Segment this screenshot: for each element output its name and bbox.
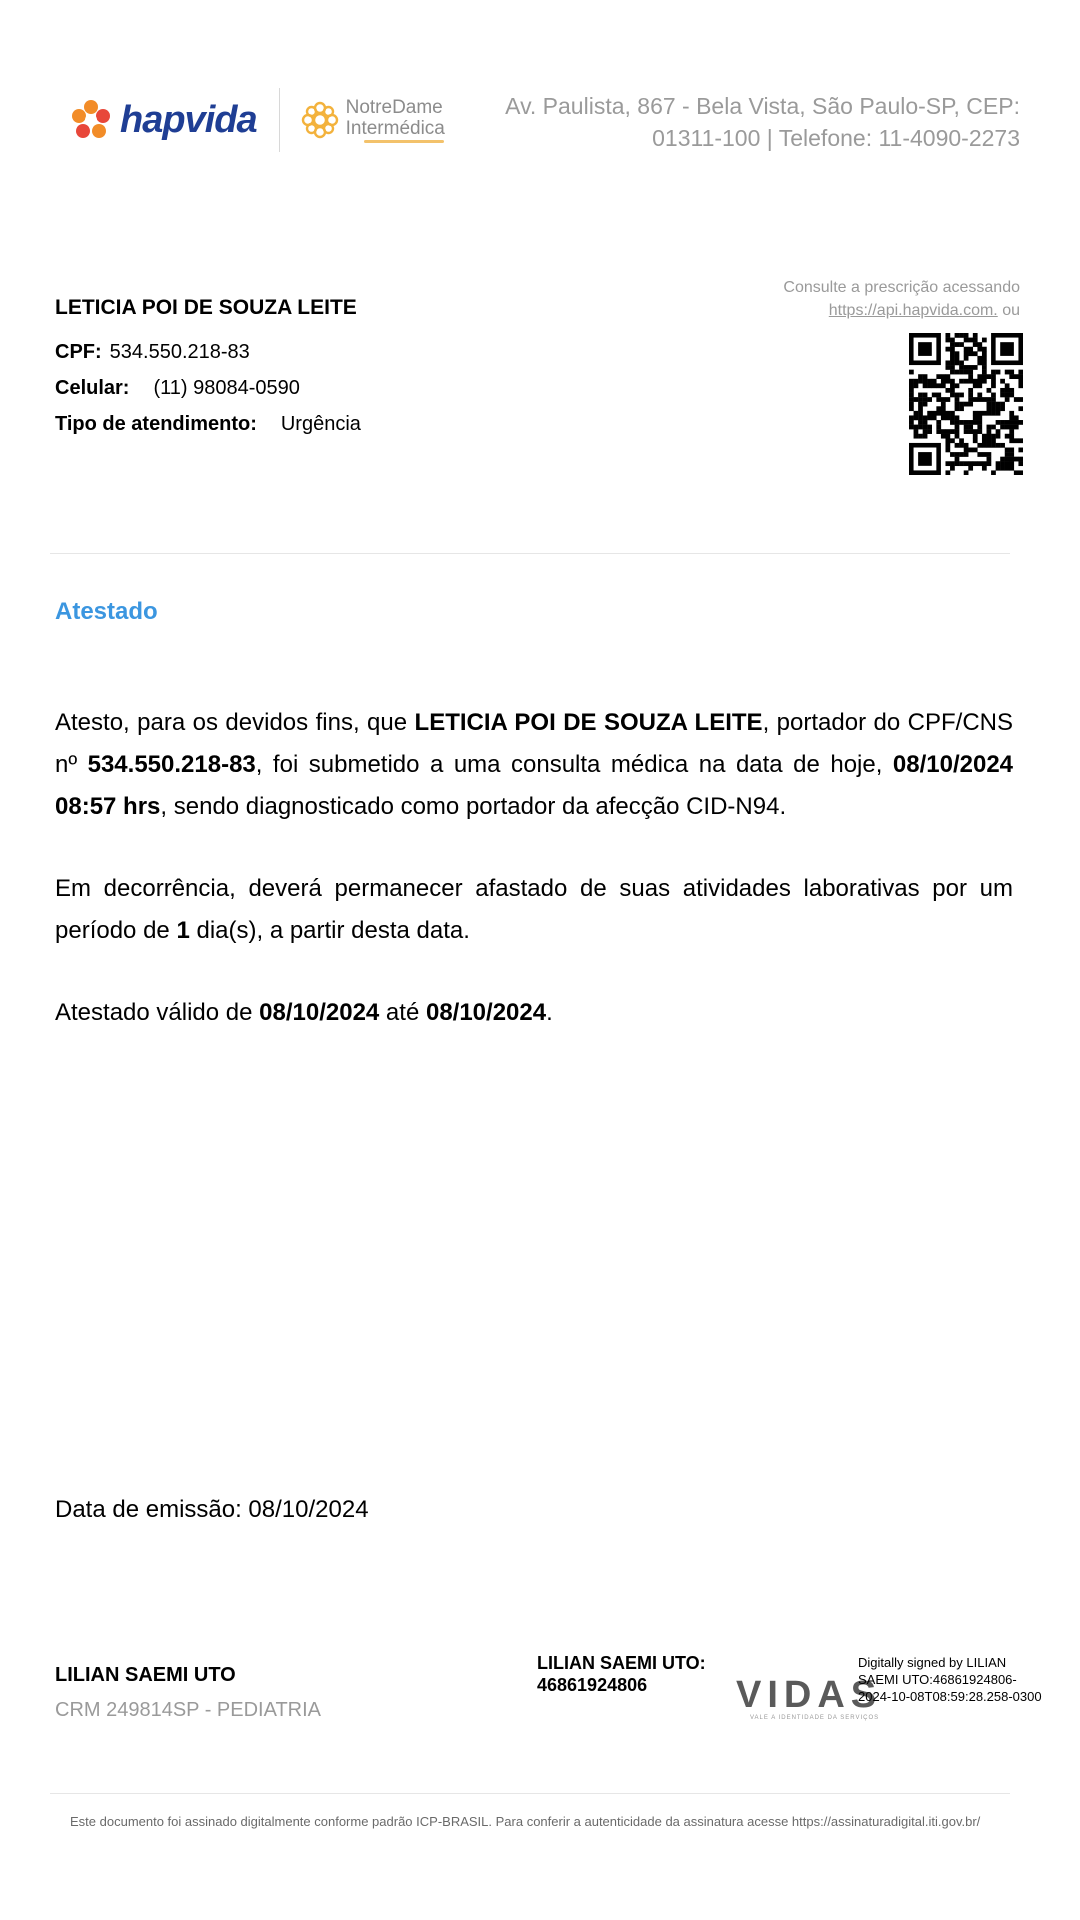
p1-patient-name: LETICIA POI DE SOUZA LEITE <box>414 709 763 736</box>
cpf-label: CPF: <box>55 341 102 363</box>
header-logos: hapvida NotreDame Intermédica <box>70 84 445 156</box>
digital-signature-line-2: SAEMI UTO:46861924806- <box>858 1672 1017 1687</box>
p2-text-b: dia(s), a partir desta data. <box>189 917 470 944</box>
clinic-address: Av. Paulista, 867 - Bela Vista, São Paul… <box>500 90 1020 154</box>
notredame-sun-icon <box>301 101 338 139</box>
p3-valid-to: 08/10/2024 <box>425 999 547 1026</box>
p1-text-c: , foi submetido a uma consulta médica na… <box>255 751 893 778</box>
p1-text-a: Atesto, para os devidos fins, que <box>55 709 415 736</box>
p2-days: 1 <box>176 917 190 944</box>
verification-text: Consulte a prescrição acessando https://… <box>783 276 1020 322</box>
patient-phone-row: Celular: (11) 98084-0590 <box>55 370 361 406</box>
notredame-line1: NotreDame <box>345 97 443 118</box>
patient-name: LETICIA POI DE SOUZA LEITE <box>55 296 357 319</box>
patient-info: LETICIA POI DE SOUZA LEITE CPF: 534.550.2… <box>55 296 361 442</box>
service-type-label: Tipo de atendimento: <box>55 413 257 435</box>
p3-valid-from: 08/10/2024 <box>259 999 380 1026</box>
patient-cpf-row: CPF: 534.550.218-83 <box>55 334 361 370</box>
digital-signature-text: Digitally signed by LILIAN SAEMI UTO:468… <box>858 1654 1058 1705</box>
p3-text-c: . <box>546 999 553 1026</box>
signer-name: LILIAN SAEMI UTO: <box>537 1653 706 1673</box>
signer-block: LILIAN SAEMI UTO: 46861924806 <box>537 1652 706 1696</box>
phone-value: (11) 98084-0590 <box>153 377 300 399</box>
verification-link[interactable]: https://api.hapvida.com. <box>829 302 998 319</box>
service-type-row: Tipo de atendimento: Urgência <box>55 406 361 442</box>
divider-bottom <box>50 1793 1010 1794</box>
digital-signature-line-1: Digitally signed by LILIAN <box>858 1655 1007 1670</box>
p3-text-b: até <box>379 999 426 1026</box>
p3-text-a: Atestado válido de <box>55 999 260 1026</box>
certificate-paragraph-1: Atesto, para os devidos fins, que LETICI… <box>55 702 1013 828</box>
hapvida-flower-icon <box>72 100 110 138</box>
document-title: Atestado <box>55 598 158 625</box>
certificate-body: Atesto, para os devidos fins, que LETICI… <box>55 702 1013 1074</box>
logo-divider <box>278 88 280 152</box>
digital-signature-line-3: 2024-10-08T08:59:28.258-0300 <box>858 1689 1042 1704</box>
divider-top <box>50 553 1010 554</box>
doctor-name: LILIAN SAEMI UTO <box>55 1664 236 1686</box>
service-type-value: Urgência <box>280 413 361 435</box>
address-line-1: Av. Paulista, 867 - Bela Vista, São Paul… <box>505 93 1020 119</box>
certificate-paragraph-3: Atestado válido de 08/10/2024 até 08/10/… <box>55 992 1013 1034</box>
notredame-line2: Intermédica <box>345 118 445 139</box>
qr-code-icon[interactable] <box>909 333 1023 475</box>
signer-id: 46861924806 <box>537 1675 648 1695</box>
p1-cpf: 534.550.218-83 <box>87 751 256 778</box>
footer-note: Este documento foi assinado digitalmente… <box>70 1814 981 1829</box>
notredame-logo: NotreDame Intermédica <box>300 97 445 143</box>
verification-suffix: ou <box>997 302 1020 319</box>
doctor-crm: CRM 249814SP - PEDIATRIA <box>55 1699 322 1721</box>
verification-line: Consulte a prescrição acessando <box>783 279 1020 296</box>
notredame-swoosh <box>363 140 444 143</box>
p1-text-d: , sendo diagnosticado como portador da a… <box>160 793 787 820</box>
phone-label: Celular: <box>55 377 130 399</box>
hapvida-logo: hapvida <box>70 98 258 142</box>
address-line-2: 01311-100 | Telefone: 11-4090-2273 <box>652 125 1020 151</box>
vidas-tagline: VALE A IDENTIDADE DA SERVIÇOS <box>750 1715 880 1721</box>
emission-date: Data de emissão: 08/10/2024 <box>55 1496 369 1523</box>
hapvida-wordmark: hapvida <box>120 98 258 141</box>
cpf-value: 534.550.218-83 <box>109 341 250 363</box>
certificate-paragraph-2: Em decorrência, deverá permanecer afasta… <box>55 868 1013 952</box>
doctor-info: LILIAN SAEMI UTO CRM 249814SP - PEDIATRI… <box>55 1664 321 1722</box>
